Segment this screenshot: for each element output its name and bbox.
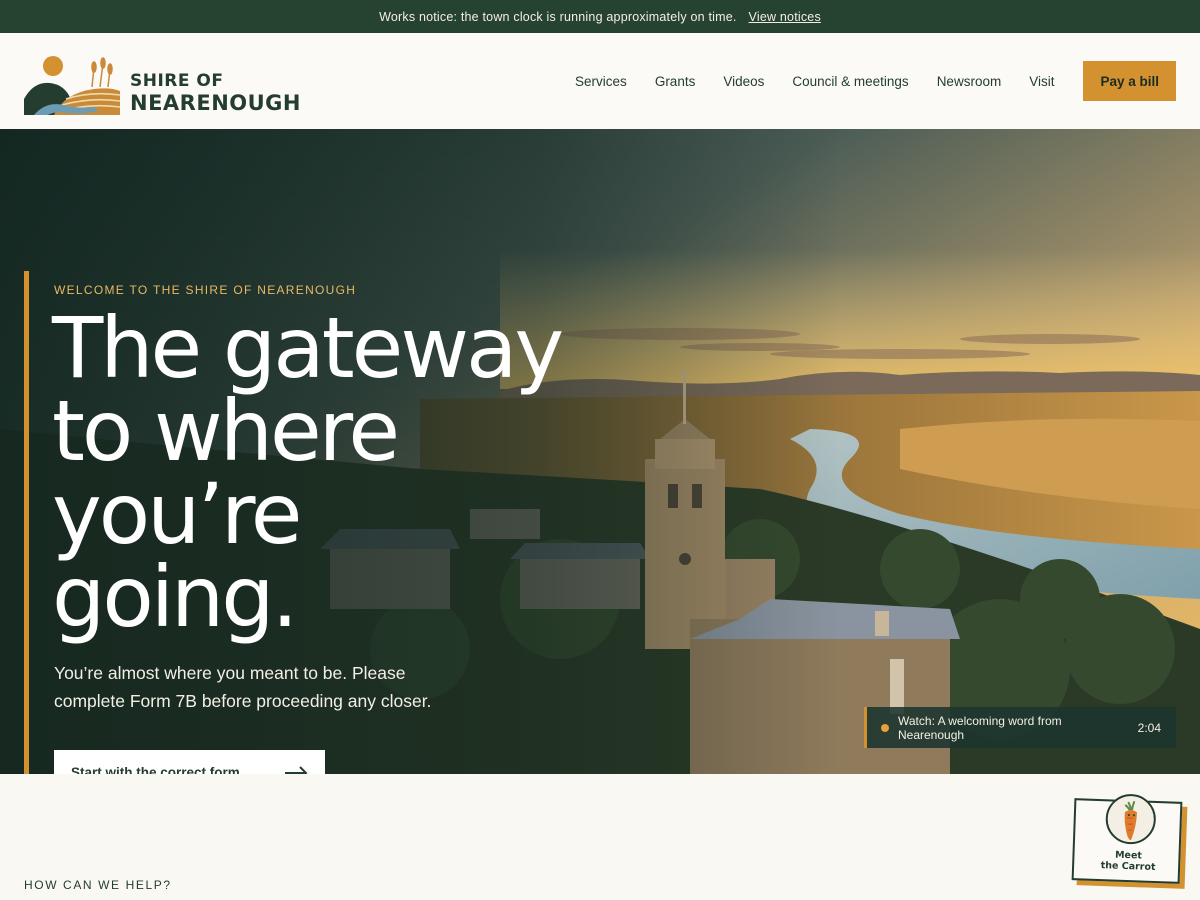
watch-video-button[interactable]: Watch: A welcoming word from Nearenough …	[864, 707, 1176, 748]
notice-text: Works notice: the town clock is running …	[379, 9, 737, 24]
hero-accent-bar	[24, 271, 29, 774]
start-form-button[interactable]: Start with the correct form	[54, 750, 325, 774]
play-dot-icon	[881, 723, 889, 732]
main-nav: Services Grants Videos Council & meeting…	[575, 61, 1176, 101]
badge-text: Meet the Carrot	[1084, 849, 1173, 874]
site-header: SHIRE OF NEARENOUGH Services Grants Vide…	[0, 33, 1200, 129]
video-duration: 2:04	[1137, 720, 1161, 735]
headline-line-1: The gateway	[52, 299, 564, 397]
badge-card: Meet the Carrot	[1071, 793, 1183, 884]
logo-wordmark: SHIRE OF NEARENOUGH	[130, 73, 301, 114]
how-can-we-help-heading: HOW CAN WE HELP?	[24, 878, 172, 892]
hero-subcopy: You’re almost where you meant to be. Ple…	[54, 663, 432, 711]
nav-council-meetings[interactable]: Council & meetings	[792, 74, 908, 89]
hero-eyebrow: WELCOME TO THE SHIRE OF NEARENOUGH	[54, 283, 357, 297]
meet-the-carrot-badge[interactable]: Meet the Carrot	[1071, 793, 1188, 889]
headline-line-3: you’re	[52, 465, 302, 563]
view-notices-link[interactable]: View notices	[749, 10, 821, 24]
logo-line-2: NEARENOUGH	[130, 91, 301, 115]
shire-logo[interactable]: SHIRE OF NEARENOUGH	[24, 55, 304, 117]
arrow-right-icon	[285, 765, 308, 774]
nav-videos[interactable]: Videos	[723, 74, 764, 89]
badge-line-2: the Carrot	[1100, 860, 1156, 874]
logo-emblem-icon	[24, 56, 121, 115]
start-form-label: Start with the correct form	[71, 765, 240, 774]
nav-newsroom[interactable]: Newsroom	[937, 74, 1002, 89]
logo-line-1: SHIRE OF	[130, 71, 224, 91]
works-notice-bar: Works notice: the town clock is running …	[0, 0, 1200, 33]
nav-visit[interactable]: Visit	[1029, 74, 1054, 89]
pay-bill-button[interactable]: Pay a bill	[1083, 61, 1176, 101]
nav-services[interactable]: Services	[575, 74, 627, 89]
hero-section: WELCOME TO THE SHIRE OF NEARENOUGH The g…	[0, 129, 1200, 774]
headline-line-2: to where	[52, 382, 400, 480]
headline-line-4: going.	[52, 548, 298, 646]
hero-headline: The gateway to where you’re going.	[52, 299, 572, 646]
carrot-mascot-icon	[1104, 793, 1157, 845]
nav-grants[interactable]: Grants	[655, 74, 696, 89]
video-label: Watch: A welcoming word from Nearenough	[898, 713, 1062, 742]
